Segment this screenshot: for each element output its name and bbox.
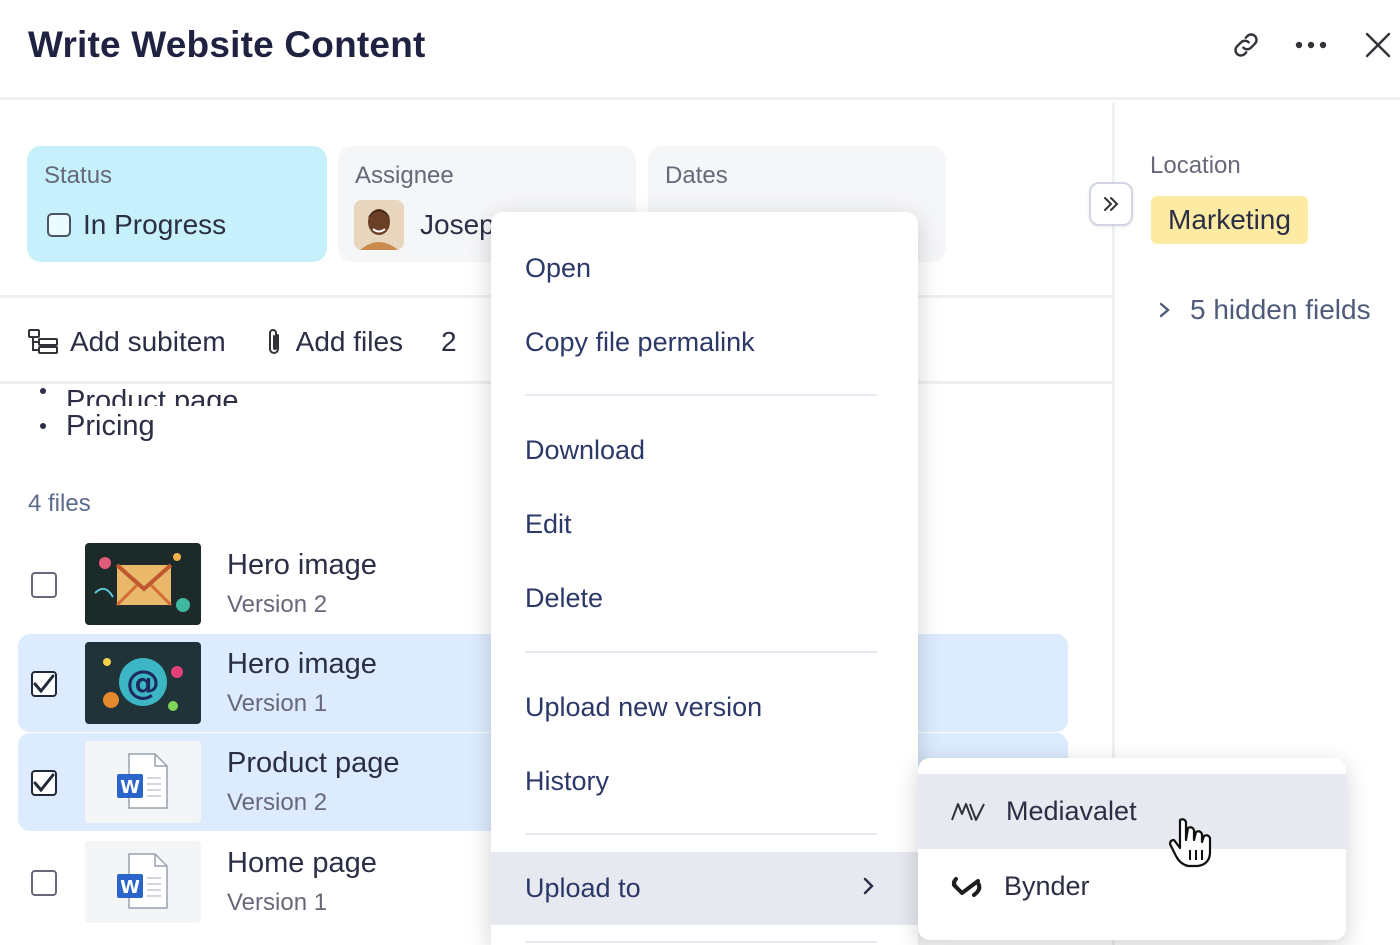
toolbar-extra[interactable]: 2 [441,326,457,358]
mediavalet-logo-icon [951,802,985,821]
double-chevron-right-icon [1104,197,1119,211]
menu-item-upload-to[interactable]: Upload to [491,852,918,925]
add-subitem-label: Add subitem [70,326,226,357]
menu-item-delete[interactable]: Delete [491,564,918,632]
bullet-text: Product page [66,385,239,406]
svg-text:W: W [120,877,140,898]
more-icon[interactable] [1293,27,1329,63]
file-name[interactable]: Home page [227,847,377,880]
file-checkbox[interactable] [31,870,57,896]
file-checkbox[interactable] [31,671,57,697]
hidden-fields-label: 5 hidden fields [1190,294,1371,325]
status-checkbox-icon [47,213,71,237]
link-icon[interactable] [1228,27,1264,63]
add-files-button[interactable]: Add files [264,326,403,358]
location-label: Location [1150,152,1241,179]
file-version: Version 2 [227,789,328,816]
menu-separator [525,833,877,835]
word-file-icon: W [117,753,168,809]
file-name[interactable]: Hero image [227,549,377,582]
bullet-item: Product page [40,370,239,406]
chevron-right-icon [1159,302,1170,318]
menu-separator [525,941,877,943]
mediavalet-label: Mediavalet [1006,796,1137,826]
menu-item-upload-new-version[interactable]: Upload new version [491,673,918,741]
subitem-icon [28,329,58,354]
menu-separator [525,651,877,653]
word-file-icon: W [117,853,168,909]
dates-label: Dates [665,162,728,189]
bullet-item: Pricing [40,406,239,446]
avatar [354,200,404,250]
file-version: Version 1 [227,690,328,717]
upload-to-submenu: Mediavalet Bynder [918,758,1346,940]
item-header: Write Website Content [0,0,1400,100]
svg-text:@: @ [126,663,160,703]
status-label: Status [44,162,113,189]
description-text: Product page Pricing [40,370,239,446]
location-tag[interactable]: Marketing [1151,196,1308,244]
menu-item-history[interactable]: History [491,747,918,815]
hidden-fields-toggle[interactable]: 5 hidden fields [1158,294,1371,326]
svg-text:W: W [120,777,140,798]
bynder-label: Bynder [1004,871,1090,901]
file-name[interactable]: Product page [227,747,400,780]
menu-item-edit[interactable]: Edit [491,490,918,558]
envelope-image-thumbnail[interactable] [85,543,201,625]
bynder-logo-icon [952,876,982,897]
expand-panel-button[interactable] [1089,182,1133,226]
assignee-name: Josep [420,209,495,240]
file-name[interactable]: Hero image [227,648,377,681]
file-checkbox[interactable] [31,572,57,598]
status-value[interactable]: In Progress [47,209,226,241]
file-context-menu: Open Copy file permalink Download Edit D… [491,212,918,945]
add-files-label: Add files [295,326,404,357]
menu-item-upload-to-label: Upload to [525,873,641,903]
bullet-text: Pricing [66,409,155,442]
status-column[interactable]: Status In Progress [27,146,327,262]
page-title: Write Website Content [28,24,426,65]
menu-item-download[interactable]: Download [491,416,918,484]
assignee-label: Assignee [355,162,454,189]
at-sign-image-thumbnail[interactable]: @ [85,642,201,724]
menu-item-open[interactable]: Open [491,234,918,302]
close-icon[interactable] [1360,27,1396,63]
file-version: Version 2 [227,591,328,618]
chevron-right-icon [863,877,874,895]
paperclip-icon [268,329,279,354]
word-doc-thumbnail[interactable]: W [85,841,201,923]
menu-separator [525,394,877,396]
status-text: In Progress [83,209,227,240]
hand-cursor-icon [1166,816,1216,875]
checkmark-icon [33,773,55,793]
item-toolbar: Add subitem Add files 2 [28,318,495,366]
toolbar-extra-label: 2 [441,326,457,357]
add-subitem-button[interactable]: Add subitem [28,326,226,358]
submenu-item-mediavalet[interactable]: Mediavalet [918,774,1346,849]
assignee-value[interactable]: Josep [354,200,495,250]
menu-item-copy-permalink[interactable]: Copy file permalink [491,308,918,376]
checkmark-icon [33,674,55,694]
submenu-item-bynder[interactable]: Bynder [918,849,1346,924]
file-version: Version 1 [227,889,328,916]
file-checkbox[interactable] [31,770,57,796]
word-doc-thumbnail[interactable]: W [85,741,201,823]
files-count: 4 files [28,490,91,517]
